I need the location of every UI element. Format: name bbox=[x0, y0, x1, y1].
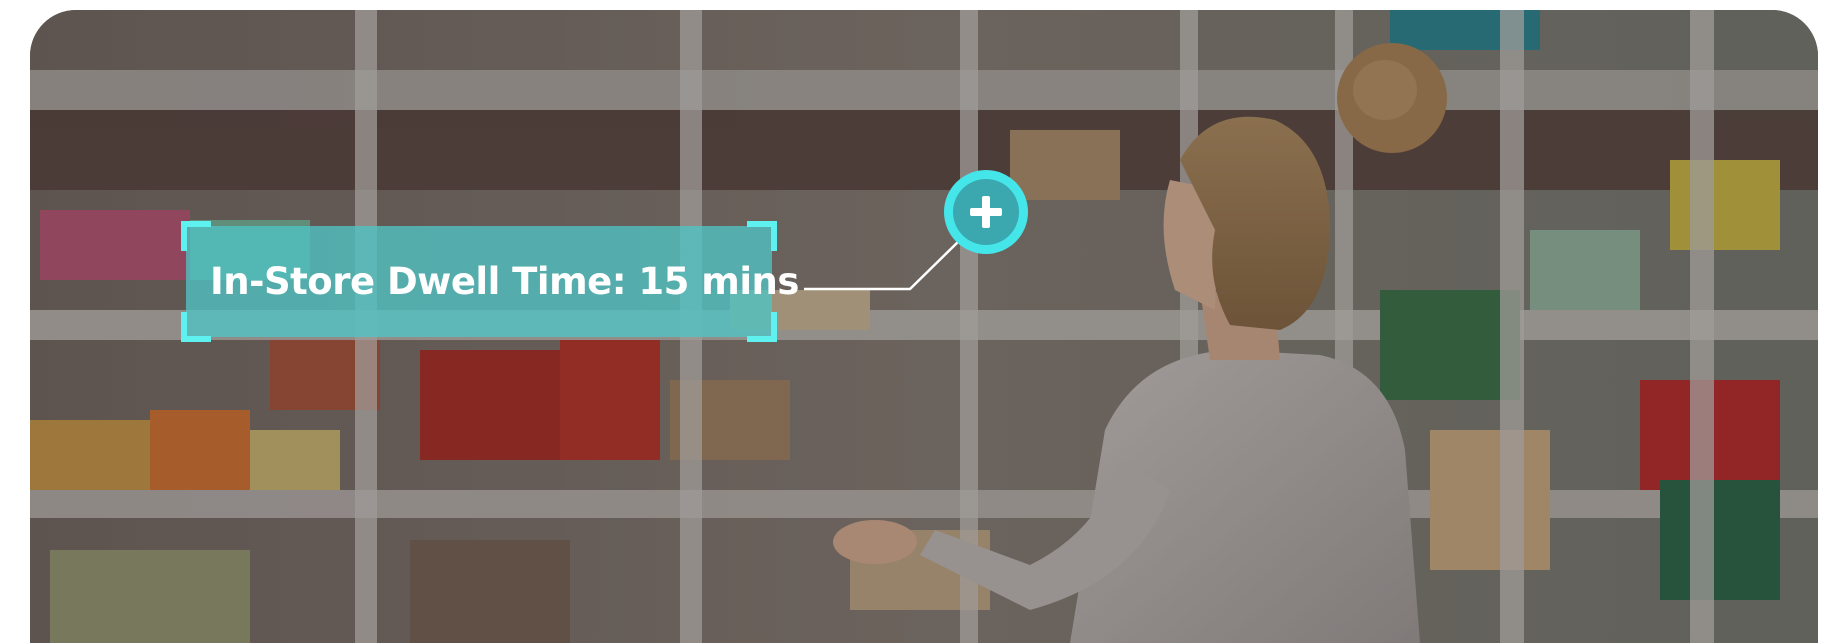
hotspot-button[interactable] bbox=[944, 170, 1028, 254]
corner-bracket bbox=[181, 221, 211, 251]
metric-label-text: In-Store Dwell Time: 15 mins bbox=[210, 260, 799, 303]
corner-bracket bbox=[181, 312, 211, 342]
metric-label: In-Store Dwell Time: 15 mins bbox=[181, 221, 799, 342]
plus-icon bbox=[953, 179, 1019, 245]
